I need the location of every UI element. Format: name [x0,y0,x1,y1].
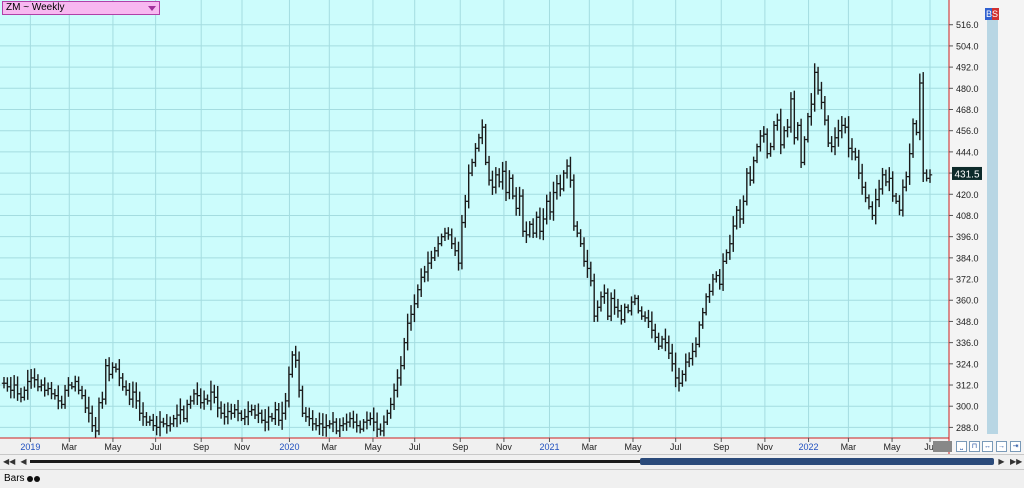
scroll-start-icon[interactable]: ◀◀ [3,456,15,467]
price-tick-label: 516.0 [956,20,979,30]
price-tick-label: 456.0 [956,126,979,136]
time-scrollbar[interactable]: ◀◀ ◀ ▶ ▶▶ [0,454,1024,469]
price-tick-label: 420.0 [956,190,979,200]
price-tick-label: 288.0 [956,423,979,433]
last-price-value: 431.5 [954,169,979,180]
time-tick-label: May [624,442,642,452]
time-tick-label: Jul [150,442,162,452]
last-price-tag: 431.5 [952,166,982,180]
time-tick-label: Mar [322,442,338,452]
time-tick-label: Nov [757,442,774,452]
price-tick-label: 348.0 [956,317,979,327]
plot-background [0,0,949,438]
scroll-thumb[interactable] [640,458,994,465]
fit-icon[interactable]: ↔ [982,441,993,452]
zoom-out-icon[interactable]: ⎵ [956,441,967,452]
chart-mode-label[interactable]: Bars [4,472,25,486]
price-tick-label: 444.0 [956,147,979,157]
time-tick-label: Nov [496,442,513,452]
time-tick-label: May [364,442,382,452]
time-tick-label: Jul [409,442,421,452]
time-tick-label: Sep [193,442,209,452]
time-tick-label: Mar [582,442,598,452]
time-tick-label: 2020 [279,442,299,452]
price-tick-label: 312.0 [956,381,979,391]
price-tick-label: 324.0 [956,359,979,369]
price-tick-label: 468.0 [956,105,979,115]
price-tick-label: 504.0 [956,41,979,51]
scroll-left-icon[interactable]: ◀ [18,456,29,467]
time-tick-label: 2022 [799,442,819,452]
price-tick-label: 408.0 [956,211,979,221]
symbol-selector[interactable]: ZM ~ Weekly [2,1,160,15]
scroll-forward-end-icon[interactable]: ▶▶ [1010,456,1022,467]
time-tick-label: May [104,442,122,452]
price-tick-label: 300.0 [956,402,979,412]
bs-badge[interactable]: BS [985,8,999,20]
time-tick-label: Mar [62,442,78,452]
chart-mode-toggle-icon[interactable] [27,476,41,482]
symbol-label: ZM ~ Weekly [6,2,65,13]
time-tick-label: 2021 [539,442,559,452]
price-chart[interactable]: 288.0 300.0 312.0 324.0 336.0 348.0 360.0 372.0… [0,0,1024,454]
time-tick-label: Sep [713,442,729,452]
time-tick-label: May [884,442,902,452]
time-tick-label: Sep [452,442,468,452]
price-tick-label: 336.0 [956,338,979,348]
time-axis: 2019 Mar May Jul Sep Nov 2020 Mar May Jul Sep Nov 20… [20,438,936,452]
time-tick-label: Jul [670,442,682,452]
time-tick-label: 2019 [20,442,40,452]
dropdown-caret-icon [148,6,156,11]
axis-scroll-column[interactable] [987,20,998,434]
toolbar-spacer [933,441,952,452]
price-tick-label: 360.0 [956,296,979,306]
time-tick-label: Mar [841,442,857,452]
price-tick-label: 384.0 [956,253,979,263]
chart-window: ZM ~ Weekly BS 288.0 300.0 312.0 324.0 336.0… [0,0,1024,488]
scroll-forward-icon[interactable]: ▶ [996,456,1007,467]
scroll-right-icon[interactable]: → [996,441,1007,452]
zoom-in-icon[interactable]: ⊓ [969,441,980,452]
price-tick-label: 396.0 [956,232,979,242]
price-tick-label: 492.0 [956,63,979,73]
scroll-end-icon[interactable]: ⇥ [1010,441,1021,452]
time-tick-label: Nov [234,442,251,452]
status-bar: Bars [0,469,1024,488]
price-tick-label: 480.0 [956,84,979,94]
price-tick-label: 372.0 [956,275,979,285]
